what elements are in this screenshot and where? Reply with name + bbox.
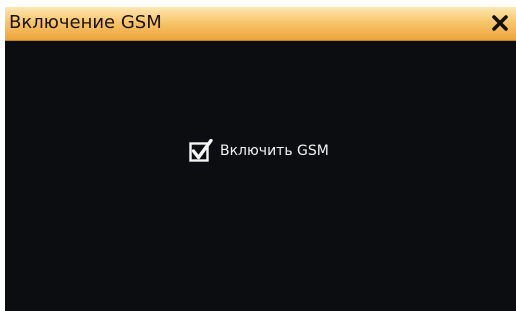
close-icon — [492, 15, 508, 31]
enable-gsm-checkbox[interactable]: Включить GSM — [189, 139, 329, 163]
gsm-dialog: Включение GSM Включить GSM — [5, 7, 516, 311]
checkmark-icon — [189, 139, 213, 162]
dialog-title: Включение GSM — [9, 12, 162, 33]
checkbox-label: Включить GSM — [220, 143, 329, 159]
close-button[interactable] — [490, 13, 510, 33]
title-bar: Включение GSM — [5, 7, 516, 41]
checkbox-box[interactable] — [189, 139, 215, 163]
dialog-body: Включить GSM — [5, 41, 516, 311]
